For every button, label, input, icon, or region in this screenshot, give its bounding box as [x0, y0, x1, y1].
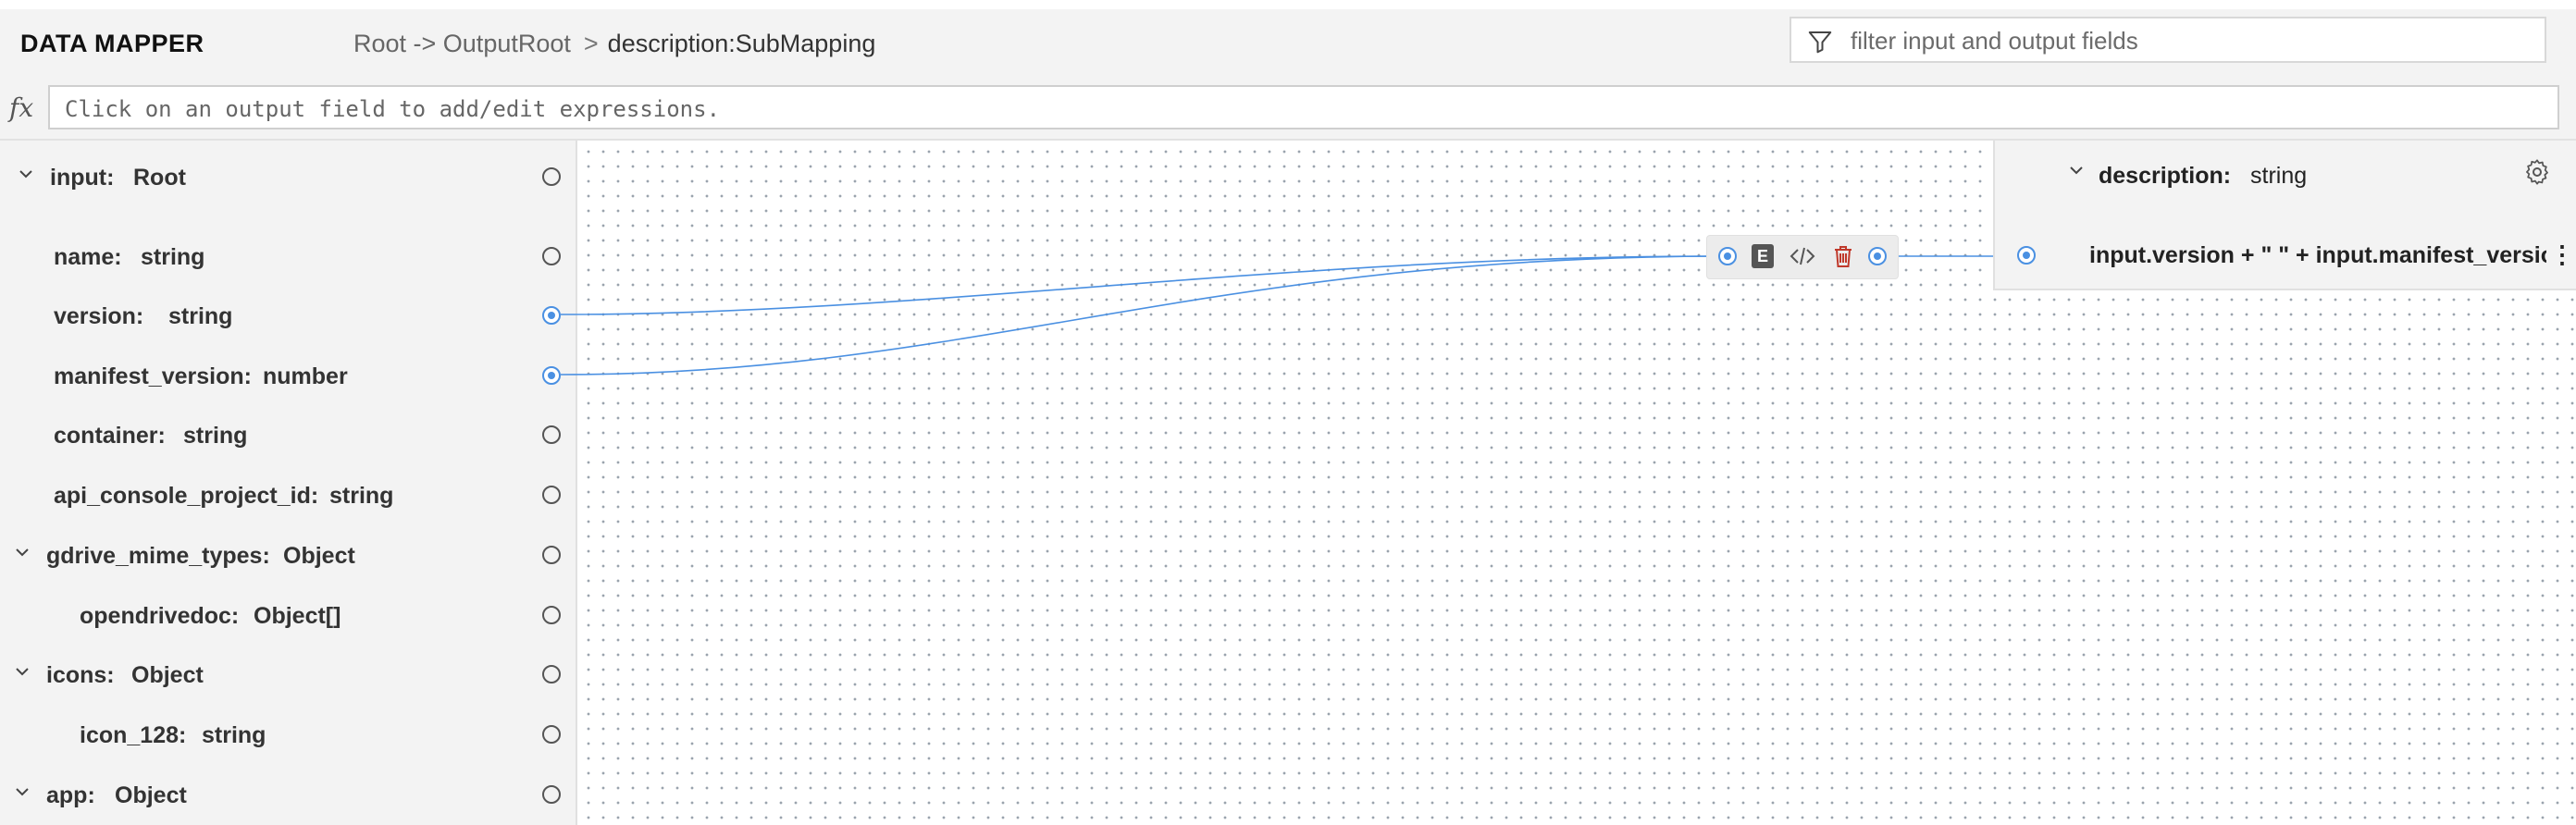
input-root-name: input: [50, 165, 115, 191]
node-input-port-icon[interactable] [1718, 247, 1737, 265]
chevron-down-icon[interactable] [2067, 161, 2086, 185]
port-icon[interactable] [542, 665, 561, 683]
chevron-down-icon[interactable] [17, 165, 35, 189]
port-icon[interactable] [542, 606, 561, 624]
gear-icon[interactable] [2522, 157, 2552, 191]
port-icon[interactable] [542, 167, 561, 186]
input-field-row[interactable]: version: string [0, 298, 576, 335]
field-name: opendrivedoc: [80, 603, 240, 629]
input-field-row[interactable]: icons: Object [0, 657, 576, 694]
field-type: string [168, 303, 233, 329]
input-field-row[interactable]: api_console_project_id: string [0, 477, 576, 514]
code-icon[interactable] [1789, 243, 1816, 274]
input-field-row[interactable]: manifest_version: number [0, 358, 576, 395]
field-name: icons: [46, 662, 115, 688]
port-icon[interactable] [542, 486, 561, 504]
breadcrumb: Root -> OutputRoot > description:SubMappin… [353, 30, 875, 58]
input-field-row[interactable]: opendrivedoc: Object[] [0, 597, 576, 634]
breadcrumb-path[interactable]: Root -> OutputRoot [353, 30, 571, 57]
output-panel: description: string input.version + " " … [1993, 141, 2576, 290]
field-type: string [202, 722, 266, 748]
filter-icon [1806, 28, 1834, 60]
filter-input[interactable] [1849, 24, 2528, 57]
field-type: Object [115, 782, 187, 808]
field-name: version: [54, 303, 144, 329]
port-icon[interactable] [542, 247, 561, 265]
top-strip [0, 0, 2576, 9]
input-field-row[interactable]: app: Object [0, 777, 576, 814]
port-icon[interactable] [542, 546, 561, 564]
chevron-down-icon[interactable] [13, 662, 31, 686]
breadcrumb-separator-icon: > [583, 30, 599, 57]
output-port-icon[interactable] [2017, 246, 2036, 265]
field-name: name: [54, 244, 122, 270]
field-type: number [263, 363, 348, 389]
app-title: DATA MAPPER [20, 30, 204, 57]
port-icon[interactable] [542, 725, 561, 744]
output-field-type: string [2250, 163, 2308, 189]
filter-field[interactable] [1790, 17, 2546, 63]
field-name: api_console_project_id: [54, 483, 319, 509]
field-type: Object [131, 662, 204, 688]
field-type: Object[] [254, 603, 341, 629]
input-field-row[interactable]: name: string [0, 239, 576, 276]
mapping-node[interactable]: E [1706, 235, 1899, 279]
header-bar: DATA MAPPER Root -> OutputRoot > descripti… [0, 9, 2576, 80]
expression-bar: fx Click on an output field to add/edit … [0, 80, 2576, 141]
field-type: Object [283, 543, 355, 569]
input-field-row[interactable]: icon_128: string [0, 717, 576, 754]
chevron-down-icon[interactable] [13, 543, 31, 567]
trash-icon[interactable] [1831, 243, 1855, 274]
node-output-port-icon[interactable] [1868, 247, 1887, 265]
field-name: gdrive_mime_types: [46, 543, 270, 569]
breadcrumb-current: description:SubMapping [607, 30, 876, 57]
field-name: container: [54, 423, 166, 449]
input-root-type: Root [133, 165, 186, 191]
output-field-name: description: [2099, 163, 2232, 189]
port-icon[interactable] [542, 425, 561, 444]
field-type: string [141, 244, 205, 270]
input-root-row[interactable]: input: Root [0, 159, 576, 196]
expression-input[interactable]: Click on an output field to add/edit exp… [48, 85, 2559, 129]
field-type: string [329, 483, 394, 509]
port-icon[interactable] [542, 785, 561, 804]
field-type: string [183, 423, 248, 449]
field-name: manifest_version: [54, 363, 252, 389]
fx-icon: fx [9, 92, 34, 123]
port-connected-icon[interactable] [542, 366, 561, 385]
input-panel: input: Root name: string version: string… [0, 141, 577, 825]
more-options-icon[interactable]: ⋮ [2550, 240, 2574, 269]
input-field-row[interactable]: gdrive_mime_types: Object [0, 537, 576, 574]
field-name: app: [46, 782, 95, 808]
expression-badge[interactable]: E [1752, 244, 1774, 268]
output-expression[interactable]: input.version + " " + input.manifest_ver… [2089, 242, 2546, 272]
input-field-row[interactable]: container: string [0, 417, 576, 454]
chevron-down-icon[interactable] [13, 782, 31, 807]
field-name: icon_128: [80, 722, 187, 748]
port-connected-icon[interactable] [542, 306, 561, 325]
